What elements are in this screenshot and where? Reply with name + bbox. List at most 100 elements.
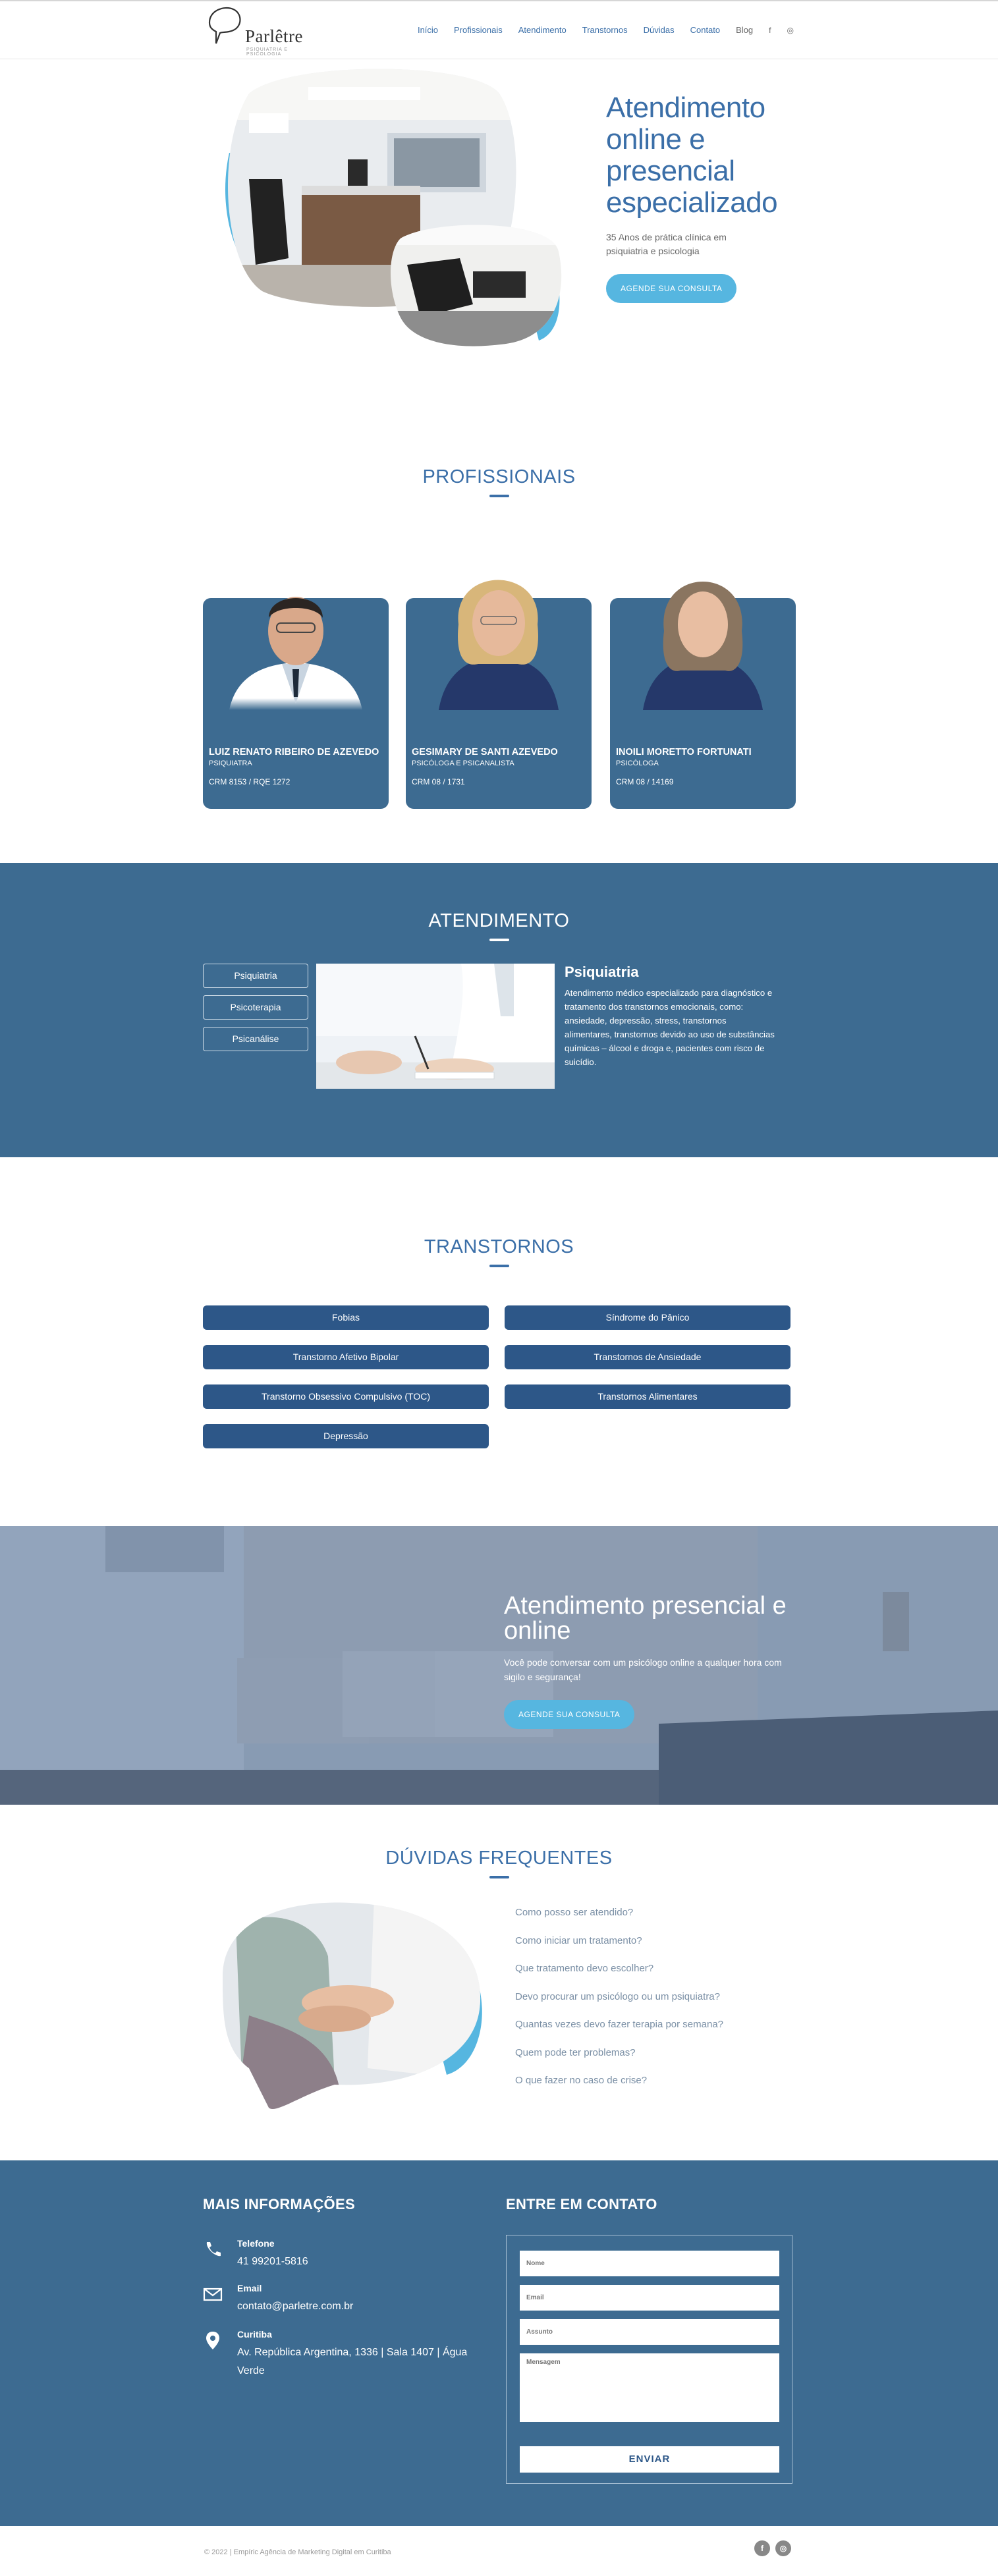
nav-inicio[interactable]: Início: [418, 25, 438, 35]
faq-item[interactable]: Como iniciar um tratamento?: [515, 1935, 779, 1963]
duvidas-title: DÚVIDAS FREQUENTES: [385, 1848, 613, 1869]
clinic-office-image: [225, 69, 562, 346]
logo[interactable]: Parlêtre PSIQUIATRIA E PSICOLOGIA: [204, 4, 316, 57]
email-value[interactable]: contato@parletre.com.br: [237, 2297, 474, 2316]
atendimento-section: ATENDIMENTO Psiquiatria Psicoterapia Psi…: [0, 863, 998, 1157]
professional-card[interactable]: INOILI MORETTO FORTUNATI PSICÓLOGA CRM 0…: [610, 545, 796, 809]
banner-title: Atendimento presencial e online: [504, 1592, 787, 1645]
hero-text: Atendimento online e presencial especial…: [606, 92, 804, 303]
nav-transtornos[interactable]: Transtornos: [582, 25, 628, 35]
contact-footer: MAIS INFORMAÇÕES ENTRE EM CONTATO Telefo…: [0, 2160, 998, 2526]
nav-profissionais[interactable]: Profissionais: [454, 25, 503, 35]
professional-crm: CRM 8153 / RQE 1272: [209, 777, 291, 786]
title-underline: [489, 1876, 509, 1878]
bottom-bar: © 2022 | Empíric Agência de Marketing Di…: [0, 2526, 998, 2576]
atendimento-tabs: Psiquiatria Psicoterapia Psicanálise: [203, 964, 308, 1058]
waiting-room-background: [0, 1526, 998, 1805]
speech-bubble-logo-icon: [208, 7, 241, 44]
profissionais-section: PROFISSIONAIS LUIZ RENATO RIBEIRO DE AZE…: [0, 362, 998, 863]
professional-name: LUIZ RENATO RIBEIRO DE AZEVEDO: [209, 747, 379, 757]
transtorno-button-fobias[interactable]: Fobias: [203, 1305, 489, 1330]
faq-item[interactable]: Devo procurar um psicólogo ou um psiquia…: [515, 1991, 779, 2019]
nav-duvidas[interactable]: Dúvidas: [644, 25, 675, 35]
professional-role: PSICÓLOGA: [616, 759, 659, 767]
faq-item[interactable]: Quem pode ter problemas?: [515, 2047, 779, 2075]
hero-section: Atendimento online e presencial especial…: [0, 59, 998, 362]
phone-value[interactable]: 41 99201-5816: [237, 2253, 474, 2271]
professional-card[interactable]: GESIMARY DE SANTI AZEVEDO PSICÓLOGA E PS…: [406, 545, 592, 809]
presencial-online-banner: Atendimento presencial e online Você pod…: [0, 1526, 998, 1805]
banner-schedule-button[interactable]: AGENDE SUA CONSULTA: [504, 1700, 635, 1729]
facebook-icon[interactable]: f: [769, 26, 771, 35]
atendimento-content: Psiquiatria Atendimento médico especiali…: [565, 964, 775, 1069]
faq-item[interactable]: Quantas vezes devo fazer terapia por sem…: [515, 2019, 779, 2047]
doctor-photo: [229, 597, 362, 710]
location-pin-icon: [206, 2332, 219, 2349]
tab-psiquiatria[interactable]: Psiquiatria: [203, 964, 308, 988]
hero-schedule-button[interactable]: AGENDE SUA CONSULTA: [606, 274, 737, 303]
faq-list: Como posso ser atendido? Como iniciar um…: [515, 1907, 779, 2103]
doctor-consultation-image: [316, 964, 555, 1089]
title-underline: [489, 495, 509, 497]
instagram-icon[interactable]: ◎: [787, 26, 794, 35]
contact-title: ENTRE EM CONTATO: [506, 2196, 657, 2212]
logo-name: Parlêtre: [245, 26, 303, 46]
faq-item[interactable]: O que fazer no caso de crise?: [515, 2075, 779, 2103]
psychologist-photo: [439, 580, 559, 710]
facebook-icon[interactable]: f: [754, 2540, 770, 2556]
name-field[interactable]: [520, 2251, 779, 2276]
info-title: MAIS INFORMAÇÕES: [203, 2196, 355, 2212]
nav-blog[interactable]: Blog: [736, 25, 753, 35]
transtorno-button-toc[interactable]: Transtorno Obsessivo Compulsivo (TOC): [203, 1384, 489, 1409]
title-underline: [489, 939, 509, 941]
professional-crm: CRM 08 / 14169: [616, 777, 674, 786]
content-description: Atendimento médico especializado para di…: [565, 988, 775, 1067]
profissionais-title: PROFISSIONAIS: [422, 466, 576, 487]
address-value: Av. República Argentina, 1336 | Sala 140…: [237, 2347, 468, 2376]
duvidas-section: DÚVIDAS FREQUENTES Como posso ser atendi…: [0, 1805, 998, 2160]
psychologist-photo: [643, 582, 763, 710]
hero-subtitle: 35 Anos de prática clínica em psiquiatri…: [606, 232, 727, 256]
email-field[interactable]: [520, 2285, 779, 2311]
tab-psicoterapia[interactable]: Psicoterapia: [203, 995, 308, 1020]
banner-text: Atendimento presencial e online Você pod…: [504, 1593, 794, 1729]
nav-contato[interactable]: Contato: [690, 25, 721, 35]
support-hands-image: [223, 1902, 482, 2109]
professional-card[interactable]: LUIZ RENATO RIBEIRO DE AZEVEDO PSIQUIATR…: [203, 545, 389, 809]
hero-title: Atendimento online e presencial especial…: [606, 92, 778, 219]
transtorno-button-ansiedade[interactable]: Transtornos de Ansiedade: [505, 1345, 790, 1369]
transtornos-title: TRANSTORNOS: [424, 1236, 574, 1257]
content-title: Psiquiatria: [565, 964, 639, 980]
contact-form: ENVIAR: [506, 2235, 792, 2484]
mail-icon: [203, 2288, 223, 2301]
transtorno-button-panico[interactable]: Síndrome do Pânico: [505, 1305, 790, 1330]
atendimento-title: ATENDIMENTO: [428, 910, 570, 931]
logo-tagline: PSIQUIATRIA E PSICOLOGIA: [246, 47, 289, 57]
phone-label: Telefone: [237, 2238, 275, 2249]
faq-item[interactable]: Que tratamento devo escolher?: [515, 1963, 779, 1991]
professional-crm: CRM 08 / 1731: [412, 777, 465, 786]
site-header: Parlêtre PSIQUIATRIA E PSICOLOGIA Início…: [0, 0, 998, 59]
copyright-text: © 2022 | Empíric Agência de Marketing Di…: [204, 2548, 391, 2556]
banner-description: Você pode conversar com um psicólogo onl…: [504, 1657, 782, 1682]
faq-item[interactable]: Como posso ser atendido?: [515, 1907, 779, 1935]
submit-button[interactable]: ENVIAR: [520, 2446, 779, 2473]
instagram-icon[interactable]: ◎: [775, 2540, 791, 2556]
professional-role: PSICÓLOGA E PSICANALISTA: [412, 759, 514, 767]
transtorno-button-depressao[interactable]: Depressão: [203, 1424, 489, 1448]
professionals-cards: LUIZ RENATO RIBEIRO DE AZEVEDO PSIQUIATR…: [203, 545, 796, 809]
professional-name: INOILI MORETTO FORTUNATI: [616, 747, 752, 757]
professional-name: GESIMARY DE SANTI AZEVEDO: [412, 747, 558, 757]
subject-field[interactable]: [520, 2319, 779, 2345]
nav-atendimento[interactable]: Atendimento: [518, 25, 567, 35]
email-label: Email: [237, 2283, 262, 2293]
transtornos-section: TRANSTORNOS Fobias Síndrome do Pânico Tr…: [0, 1157, 998, 1526]
phone-icon: [206, 2242, 221, 2257]
footer-social: f ◎: [754, 2540, 791, 2556]
message-field[interactable]: [520, 2353, 779, 2422]
transtorno-button-bipolar[interactable]: Transtorno Afetivo Bipolar: [203, 1345, 489, 1369]
tab-psicanalise[interactable]: Psicanálise: [203, 1027, 308, 1051]
professional-role: PSIQUIATRA: [209, 759, 252, 767]
transtorno-button-alimentares[interactable]: Transtornos Alimentares: [505, 1384, 790, 1409]
main-nav: Início Profissionais Atendimento Transto…: [418, 25, 794, 35]
